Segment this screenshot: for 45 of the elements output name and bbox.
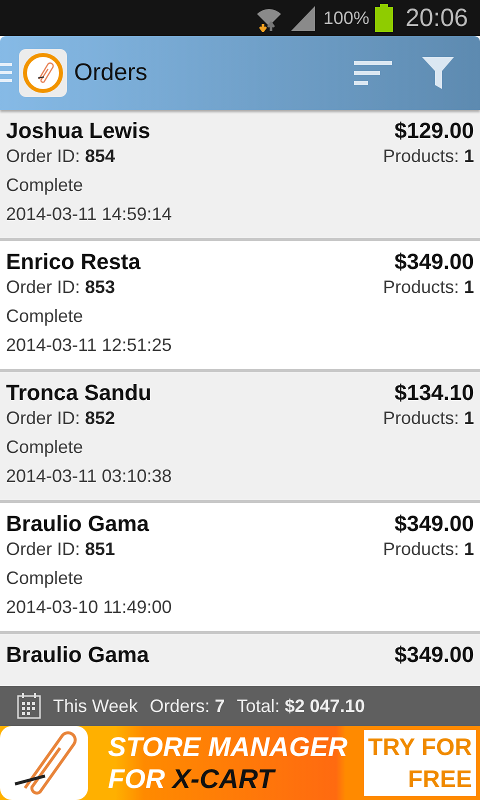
product-count: Products: 1 (382, 539, 474, 560)
order-item[interactable]: Braulio Gama $349.00 Order ID: 851 Products: 1 Complete 2014-03-10 11:49:00 (0, 503, 480, 634)
order-total: $349.00 (394, 642, 474, 668)
orders-total: Total: $2 047.10 (236, 696, 365, 716)
order-id: Order ID: 854 (6, 146, 116, 167)
ad-headline: STORE MANAGER (108, 731, 349, 763)
product-count: Products: 1 (382, 408, 474, 429)
battery-icon (375, 4, 394, 32)
order-item[interactable]: Enrico Resta $349.00 Order ID: 853 Products: 1 Complete 2014-03-11 12:51:25 (0, 241, 480, 372)
customer-name: Braulio Gama (6, 642, 150, 668)
order-total: $349.00 (394, 511, 474, 537)
customer-name: Braulio Gama (6, 511, 150, 537)
order-id: Order ID: 851 (6, 539, 116, 560)
period-label[interactable]: This Week (53, 696, 138, 716)
orders-count: Orders: 7 (150, 696, 225, 716)
customer-name: Enrico Resta (6, 249, 140, 275)
order-status: Complete (6, 437, 84, 458)
menu-icon[interactable] (0, 61, 12, 85)
ad-banner[interactable]: STORE MANAGER FOR X-CART TRY FOR FREE (0, 726, 480, 800)
order-total: $134.10 (394, 380, 474, 406)
app-title: Orders (74, 59, 148, 87)
order-date: 2014-03-11 12:51:25 (6, 335, 172, 356)
order-date: 2014-03-11 14:59:14 (6, 204, 172, 225)
order-status: Complete (6, 568, 84, 589)
product-count: Products: 1 (382, 146, 474, 167)
order-id: Order ID: 852 (6, 408, 116, 429)
product-count: Products: 1 (382, 277, 474, 298)
order-status: Complete (6, 306, 84, 327)
sort-icon[interactable] (354, 59, 392, 87)
signal-icon (289, 5, 318, 31)
order-total: $129.00 (394, 118, 474, 144)
battery-percent: 100% (323, 8, 370, 28)
order-date: 2014-03-11 03:10:38 (6, 466, 172, 487)
customer-name: Joshua Lewis (6, 118, 150, 144)
order-total: $349.00 (394, 249, 474, 275)
paperclip-logo-icon[interactable] (19, 49, 67, 97)
order-date: 2014-03-10 11:49:00 (6, 597, 172, 618)
clock: 20:06 (405, 4, 468, 32)
customer-name: Tronca Sandu (6, 380, 152, 406)
order-status: Complete (6, 175, 84, 196)
order-id: Order ID: 853 (6, 277, 116, 298)
paperclip-icon (0, 726, 90, 800)
filter-icon[interactable] (422, 57, 454, 89)
ad-subline: FOR X-CART (108, 763, 277, 795)
calendar-icon[interactable] (17, 693, 41, 719)
